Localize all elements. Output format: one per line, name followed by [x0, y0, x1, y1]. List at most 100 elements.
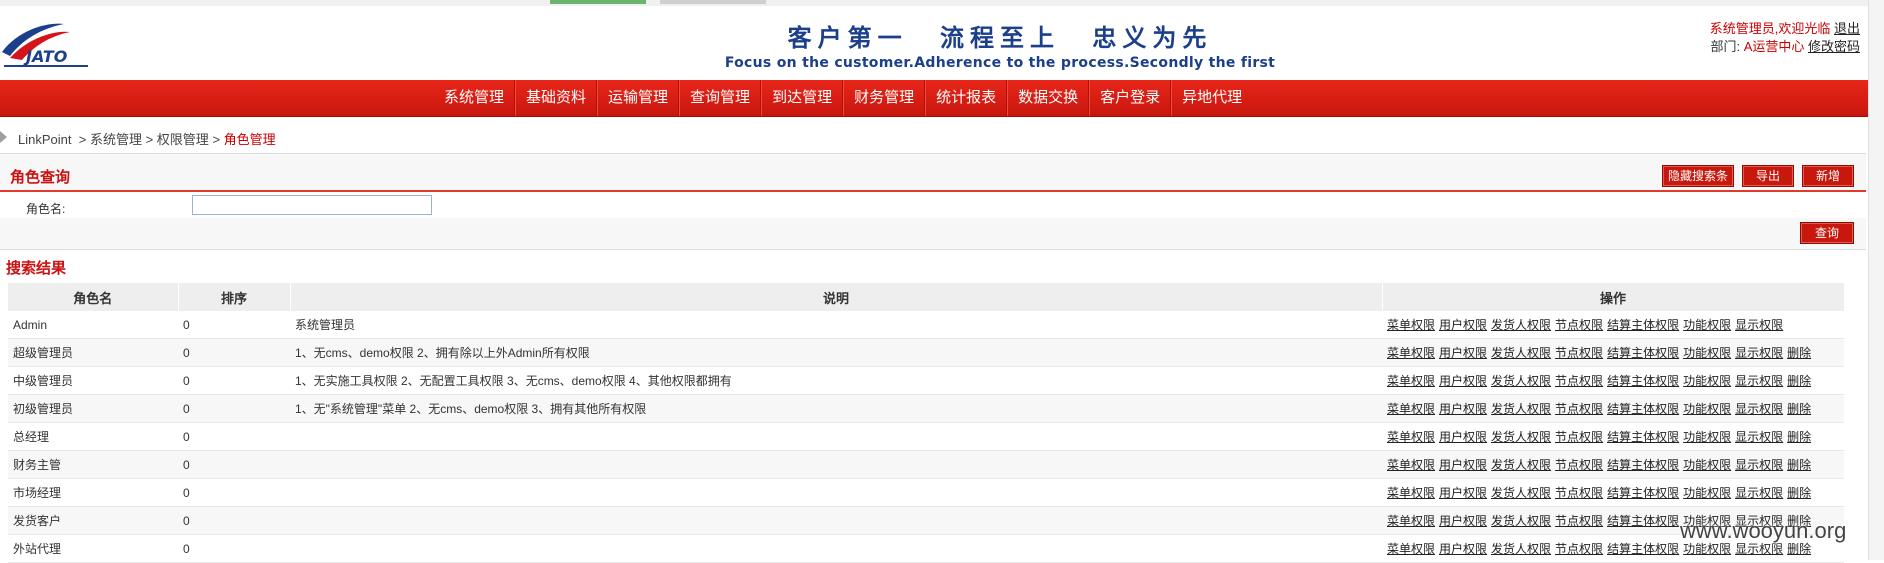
node-permission-link[interactable]: 节点权限 [1555, 374, 1603, 388]
role-name-cell[interactable]: 总经理 [8, 422, 178, 451]
node-permission-link[interactable]: 节点权限 [1555, 514, 1603, 528]
nav-item-system[interactable]: 系统管理 [434, 80, 516, 116]
nav-item-reports[interactable]: 统计报表 [925, 80, 1008, 116]
export-button[interactable]: 导出 [1742, 165, 1794, 187]
user-permission-link[interactable]: 用户权限 [1439, 486, 1487, 500]
display-permission-link[interactable]: 显示权限 [1735, 402, 1783, 416]
nav-item-remote-agent[interactable]: 异地代理 [1171, 80, 1252, 116]
nav-item-customer-login[interactable]: 客户登录 [1089, 80, 1172, 116]
role-name-cell[interactable]: 外站代理 [8, 534, 178, 563]
function-permission-link[interactable]: 功能权限 [1683, 542, 1731, 556]
hide-search-button[interactable]: 隐藏搜索条 [1662, 165, 1734, 187]
node-permission-link[interactable]: 节点权限 [1555, 402, 1603, 416]
user-permission-link[interactable]: 用户权限 [1439, 318, 1487, 332]
node-permission-link[interactable]: 节点权限 [1555, 346, 1603, 360]
function-permission-link[interactable]: 功能权限 [1683, 346, 1731, 360]
menu-permission-link[interactable]: 菜单权限 [1387, 374, 1435, 388]
node-permission-link[interactable]: 节点权限 [1555, 318, 1603, 332]
user-permission-link[interactable]: 用户权限 [1439, 514, 1487, 528]
node-permission-link[interactable]: 节点权限 [1555, 486, 1603, 500]
delete-link[interactable]: 删除 [1787, 458, 1811, 472]
shipper-permission-link[interactable]: 发货人权限 [1491, 346, 1551, 360]
user-permission-link[interactable]: 用户权限 [1439, 402, 1487, 416]
vertical-scrollbar[interactable] [1868, 0, 1884, 560]
display-permission-link[interactable]: 显示权限 [1735, 374, 1783, 388]
function-permission-link[interactable]: 功能权限 [1683, 402, 1731, 416]
user-permission-link[interactable]: 用户权限 [1439, 458, 1487, 472]
breadcrumb-level1[interactable]: 系统管理 [90, 132, 142, 147]
display-permission-link[interactable]: 显示权限 [1735, 346, 1783, 360]
nav-item-basic-data[interactable]: 基础资料 [515, 80, 598, 116]
user-permission-link[interactable]: 用户权限 [1439, 542, 1487, 556]
delete-link[interactable]: 删除 [1787, 402, 1811, 416]
nav-item-transport[interactable]: 运输管理 [597, 80, 680, 116]
shipper-permission-link[interactable]: 发货人权限 [1491, 542, 1551, 556]
shipper-permission-link[interactable]: 发货人权限 [1491, 458, 1551, 472]
shipper-permission-link[interactable]: 发货人权限 [1491, 318, 1551, 332]
display-permission-link[interactable]: 显示权限 [1735, 458, 1783, 472]
settlement-permission-link[interactable]: 结算主体权限 [1607, 486, 1679, 500]
menu-permission-link[interactable]: 菜单权限 [1387, 402, 1435, 416]
node-permission-link[interactable]: 节点权限 [1555, 542, 1603, 556]
delete-link[interactable]: 删除 [1787, 486, 1811, 500]
menu-permission-link[interactable]: 菜单权限 [1387, 514, 1435, 528]
role-name-cell[interactable]: Admin [8, 311, 178, 339]
role-name-cell[interactable]: 中级管理员 [8, 366, 178, 395]
menu-permission-link[interactable]: 菜单权限 [1387, 318, 1435, 332]
menu-permission-link[interactable]: 菜单权限 [1387, 346, 1435, 360]
menu-permission-link[interactable]: 菜单权限 [1387, 430, 1435, 444]
display-permission-link[interactable]: 显示权限 [1735, 430, 1783, 444]
user-permission-link[interactable]: 用户权限 [1439, 346, 1487, 360]
display-permission-link[interactable]: 显示权限 [1735, 318, 1783, 332]
menu-permission-link[interactable]: 菜单权限 [1387, 458, 1435, 472]
top-tab-inactive[interactable] [660, 0, 766, 4]
function-permission-link[interactable]: 功能权限 [1683, 430, 1731, 444]
nav-item-finance[interactable]: 财务管理 [843, 80, 926, 116]
function-permission-link[interactable]: 功能权限 [1683, 318, 1731, 332]
settlement-permission-link[interactable]: 结算主体权限 [1607, 458, 1679, 472]
menu-permission-link[interactable]: 菜单权限 [1387, 542, 1435, 556]
node-permission-link[interactable]: 节点权限 [1555, 458, 1603, 472]
shipper-permission-link[interactable]: 发货人权限 [1491, 514, 1551, 528]
node-permission-link[interactable]: 节点权限 [1555, 430, 1603, 444]
top-tab-active[interactable] [550, 0, 646, 4]
query-button[interactable]: 查询 [1800, 222, 1854, 244]
function-permission-link[interactable]: 功能权限 [1683, 486, 1731, 500]
function-permission-link[interactable]: 功能权限 [1683, 458, 1731, 472]
delete-link[interactable]: 删除 [1787, 430, 1811, 444]
change-password-link[interactable]: 修改密码 [1808, 39, 1860, 54]
user-permission-link[interactable]: 用户权限 [1439, 374, 1487, 388]
settlement-permission-link[interactable]: 结算主体权限 [1607, 542, 1679, 556]
settlement-permission-link[interactable]: 结算主体权限 [1607, 514, 1679, 528]
logout-link[interactable]: 退出 [1834, 21, 1860, 36]
display-permission-link[interactable]: 显示权限 [1735, 542, 1783, 556]
role-name-cell[interactable]: 市场经理 [8, 478, 178, 507]
nav-item-query[interactable]: 查询管理 [679, 80, 762, 116]
role-name-cell[interactable]: 初级管理员 [8, 394, 178, 423]
shipper-permission-link[interactable]: 发货人权限 [1491, 374, 1551, 388]
delete-link[interactable]: 删除 [1787, 374, 1811, 388]
delete-link[interactable]: 删除 [1787, 346, 1811, 360]
role-name-input[interactable] [192, 195, 432, 215]
shipper-permission-link[interactable]: 发货人权限 [1491, 402, 1551, 416]
user-permission-link[interactable]: 用户权限 [1439, 430, 1487, 444]
settlement-permission-link[interactable]: 结算主体权限 [1607, 374, 1679, 388]
menu-permission-link[interactable]: 菜单权限 [1387, 486, 1435, 500]
shipper-permission-link[interactable]: 发货人权限 [1491, 486, 1551, 500]
shipper-permission-link[interactable]: 发货人权限 [1491, 430, 1551, 444]
function-permission-link[interactable]: 功能权限 [1683, 374, 1731, 388]
nav-item-data-exchange[interactable]: 数据交换 [1007, 80, 1090, 116]
settlement-permission-link[interactable]: 结算主体权限 [1607, 402, 1679, 416]
role-name-cell[interactable]: 发货客户 [8, 506, 178, 535]
breadcrumb-root[interactable]: LinkPoint [18, 132, 71, 147]
settlement-permission-link[interactable]: 结算主体权限 [1607, 430, 1679, 444]
display-permission-link[interactable]: 显示权限 [1735, 486, 1783, 500]
role-name-cell[interactable]: 超级管理员 [8, 338, 178, 367]
add-button[interactable]: 新增 [1802, 165, 1854, 187]
settlement-permission-link[interactable]: 结算主体权限 [1607, 318, 1679, 332]
settlement-permission-link[interactable]: 结算主体权限 [1607, 346, 1679, 360]
nav-item-arrival[interactable]: 到达管理 [761, 80, 844, 116]
role-name-cell[interactable]: 财务主管 [8, 450, 178, 479]
breadcrumb-level2[interactable]: 权限管理 [157, 132, 209, 147]
delete-link[interactable]: 删除 [1787, 542, 1811, 556]
